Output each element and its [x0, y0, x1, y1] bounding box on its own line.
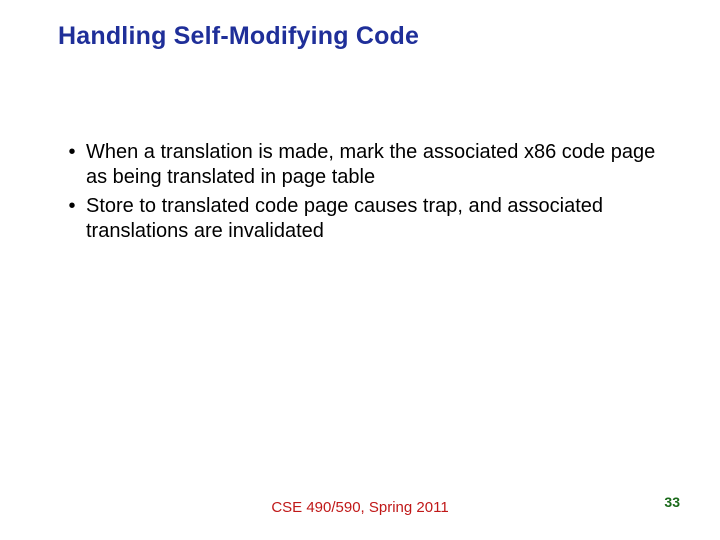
- slide-content: • When a translation is made, mark the a…: [58, 140, 662, 248]
- bullet-dot-icon: •: [58, 194, 86, 219]
- page-number: 33: [664, 494, 680, 510]
- bullet-item: • Store to translated code page causes t…: [58, 194, 662, 244]
- bullet-text: When a translation is made, mark the ass…: [86, 140, 662, 190]
- slide: Handling Self-Modifying Code • When a tr…: [0, 0, 720, 540]
- slide-footer: CSE 490/590, Spring 2011: [0, 499, 720, 516]
- bullet-dot-icon: •: [58, 140, 86, 165]
- bullet-item: • When a translation is made, mark the a…: [58, 140, 662, 190]
- bullet-text: Store to translated code page causes tra…: [86, 194, 662, 244]
- slide-title: Handling Self-Modifying Code: [58, 22, 419, 51]
